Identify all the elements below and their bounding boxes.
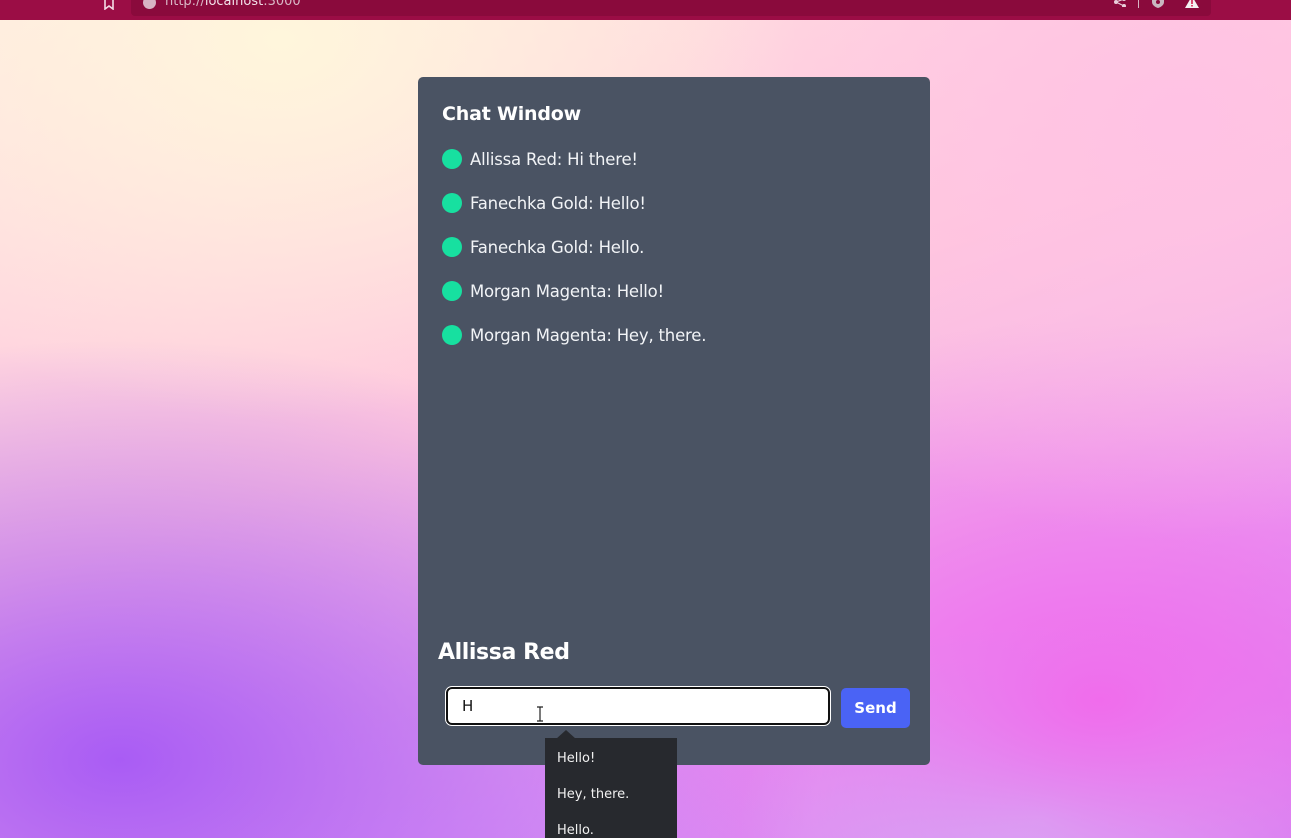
- message-item: Morgan Magenta: Hello!: [442, 279, 706, 303]
- text-cursor-icon: [537, 706, 543, 722]
- autocomplete-list: Hello! Hey, there. Hello.: [545, 738, 677, 838]
- browser-toolbar: http://localhost:3000: [0, 0, 1291, 20]
- message-text: Allissa Red: Hi there!: [470, 149, 638, 169]
- status-dot-icon: [442, 325, 462, 345]
- toolbar-divider: [1138, 0, 1139, 8]
- autocomplete-option[interactable]: Hey, there.: [545, 774, 677, 810]
- message-text: Fanechka Gold: Hello!: [470, 193, 646, 213]
- current-user-name: Allissa Red: [438, 640, 570, 665]
- status-dot-icon: [442, 193, 462, 213]
- message-text: Morgan Magenta: Hey, there.: [470, 325, 707, 345]
- message-item: Fanechka Gold: Hello.: [442, 235, 706, 259]
- send-button[interactable]: Send: [841, 688, 910, 728]
- chat-title: Chat Window: [442, 103, 581, 125]
- share-icon[interactable]: [1113, 0, 1127, 7]
- shield-icon[interactable]: [1151, 0, 1165, 8]
- autocomplete-option[interactable]: Hello!: [545, 738, 677, 774]
- message-text: Fanechka Gold: Hello.: [470, 237, 645, 257]
- message-item: Fanechka Gold: Hello!: [442, 191, 706, 215]
- message-item: Morgan Magenta: Hey, there.: [442, 323, 706, 347]
- message-input[interactable]: [445, 686, 831, 726]
- status-dot-icon: [442, 149, 462, 169]
- status-dot-icon: [442, 281, 462, 301]
- info-icon[interactable]: [143, 0, 156, 9]
- address-bar[interactable]: http://localhost:3000: [131, 0, 1211, 16]
- status-dot-icon: [442, 237, 462, 257]
- message-list: Allissa Red: Hi there! Fanechka Gold: He…: [442, 147, 706, 367]
- alert-icon[interactable]: [1185, 0, 1199, 8]
- message-text: Morgan Magenta: Hello!: [470, 281, 664, 301]
- chat-panel: Chat Window Allissa Red: Hi there! Fanec…: [418, 77, 930, 765]
- autocomplete-option[interactable]: Hello.: [545, 810, 677, 838]
- bookmark-icon[interactable]: [103, 0, 115, 10]
- message-item: Allissa Red: Hi there!: [442, 147, 706, 171]
- url-text: http://localhost:3000: [165, 0, 301, 9]
